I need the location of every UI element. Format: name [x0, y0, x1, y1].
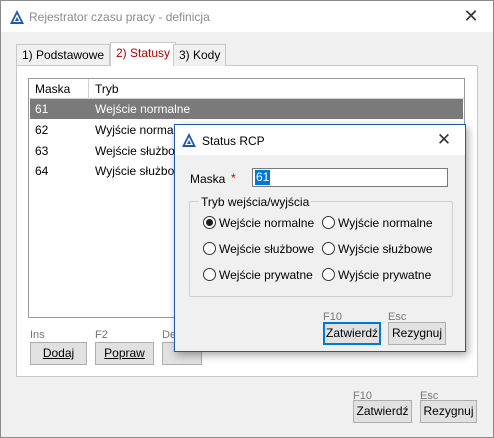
radio-wyjscie-normalne[interactable]: Wyjście normalne [322, 215, 433, 231]
mode-group-label: Tryb wejścia/wyjścia [199, 195, 312, 209]
dialog-cancel-button[interactable]: Rezygnuj [388, 322, 446, 345]
dialog-title: Status RCP [202, 134, 265, 148]
radio-unchecked-icon [322, 216, 335, 230]
edit-button-label: Popraw [104, 346, 145, 360]
radio-label: Wejście służbowe [219, 242, 315, 256]
radio-label: Wyjście normalne [338, 216, 433, 230]
radio-wejscie-sluzbowe[interactable]: Wejście służbowe [203, 241, 314, 257]
cell-maska: 62 [35, 123, 49, 137]
radio-wyjscie-prywatne[interactable]: Wyjście prywatne [322, 267, 431, 283]
add-button[interactable]: Dodaj [30, 342, 87, 365]
tab-statusy[interactable]: 2) Statusy [110, 42, 177, 66]
cell-tryb: Wejście normalne [95, 102, 191, 116]
radio-unchecked-icon [322, 242, 335, 256]
radio-wejscie-prywatne[interactable]: Wejście prywatne [203, 267, 313, 283]
edit-button[interactable]: Popraw [95, 342, 154, 365]
maska-label: Maska [190, 172, 226, 186]
cell-maska: 61 [35, 102, 49, 116]
radio-unchecked-icon [322, 268, 335, 282]
table-row[interactable]: 61 Wejście normalne [30, 99, 463, 119]
add-button-label: Dodaj [42, 346, 75, 360]
radio-checked-icon [203, 216, 216, 230]
title-bar[interactable]: Rejestrator czasu pracy - definicja ✕ [1, 1, 493, 32]
add-hotkey-label: Ins [30, 329, 45, 341]
column-header-tryb[interactable]: Tryb [95, 82, 119, 96]
dialog-title-bar[interactable]: Status RCP ✕ [175, 125, 465, 155]
maska-input-value: 61 [255, 170, 271, 185]
radio-wyjscie-sluzbowe[interactable]: Wyjście służbowe [322, 241, 433, 257]
radio-label: Wejście prywatne [219, 268, 313, 282]
edit-hotkey-label: F2 [95, 329, 108, 341]
cell-maska: 63 [35, 144, 49, 158]
radio-unchecked-icon [203, 268, 216, 282]
ok-button[interactable]: Zatwierdź [353, 400, 412, 423]
radio-unchecked-icon [203, 242, 216, 256]
cancel-button[interactable]: Rezygnuj [420, 400, 477, 423]
column-separator[interactable] [88, 79, 89, 99]
main-window: Rejestrator czasu pracy - definicja ✕ 1)… [0, 0, 494, 438]
grid-header: Maska Tryb [29, 79, 464, 99]
app-logo-icon [10, 10, 24, 24]
dialog-close-icon[interactable]: ✕ [423, 125, 465, 155]
maska-input[interactable]: 61 [252, 168, 448, 187]
tab-podstawowe[interactable]: 1) Podstawowe [16, 44, 111, 66]
status-rcp-dialog: Status RCP ✕ Maska * 61 Tryb wejścia/wyj… [174, 124, 466, 352]
required-mark: * [231, 171, 236, 185]
radio-label: Wyjście prywatne [338, 268, 432, 282]
radio-wejscie-normalne[interactable]: Wejście normalne [203, 215, 314, 231]
column-header-maska[interactable]: Maska [35, 82, 70, 96]
app-logo-icon [182, 133, 196, 147]
radio-label: Wyjście służbowe [338, 242, 433, 256]
cell-maska: 64 [35, 164, 49, 178]
dialog-ok-button[interactable]: Zatwierdź [323, 322, 381, 345]
tab-kody[interactable]: 3) Kody [173, 44, 227, 66]
radio-label: Wejście normalne [219, 216, 315, 230]
close-icon[interactable]: ✕ [449, 1, 493, 31]
window-title: Rejestrator czasu pracy - definicja [29, 10, 210, 24]
